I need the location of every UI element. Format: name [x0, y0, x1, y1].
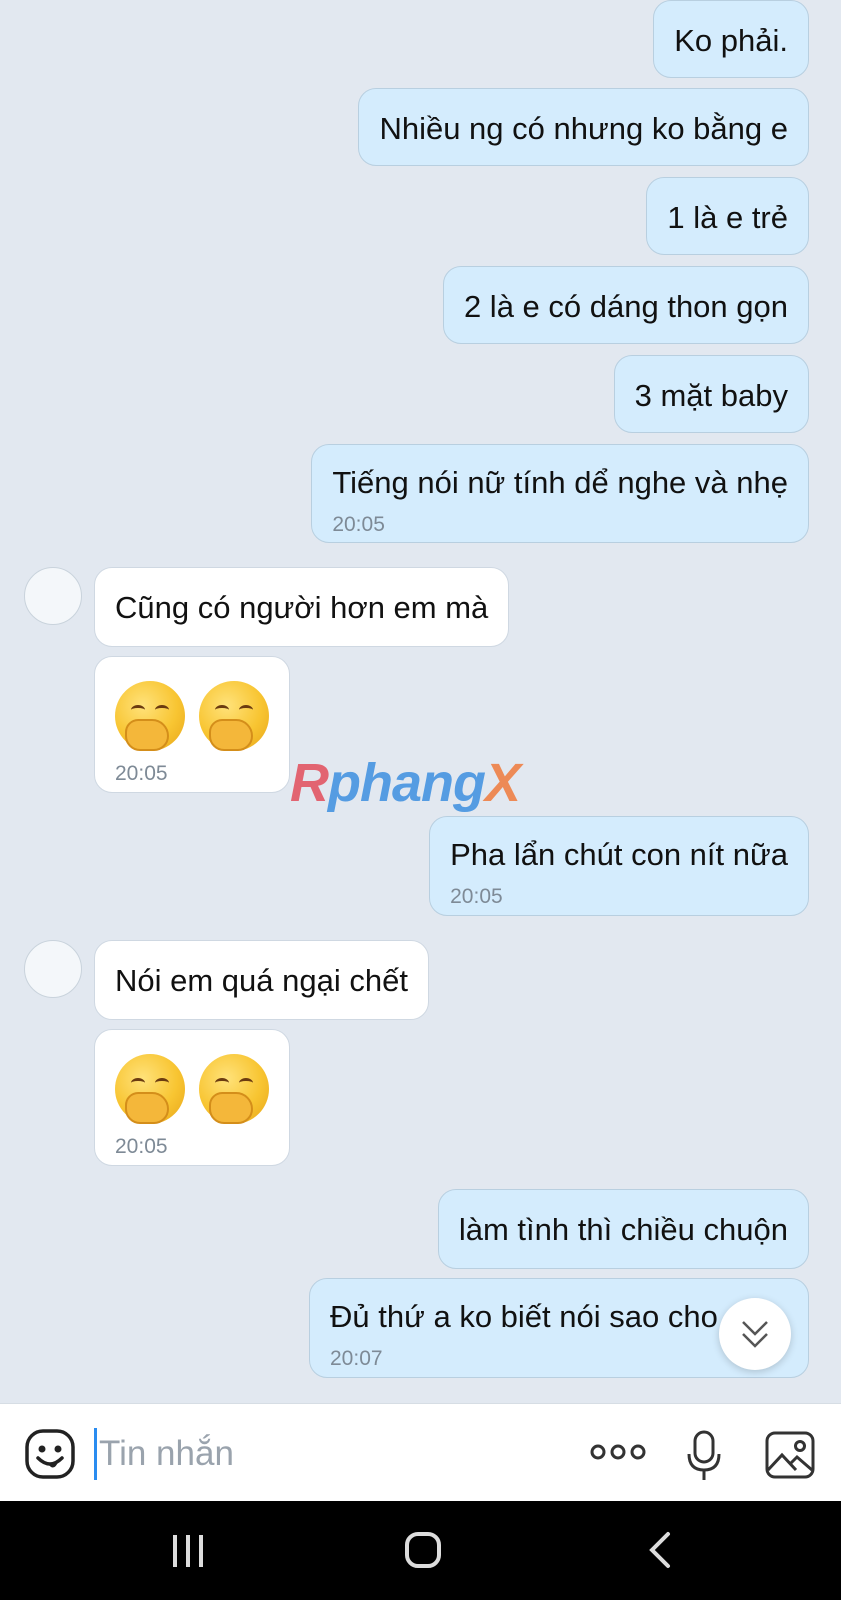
chat-area[interactable]: Ko phải. Nhiều ng có nhưng ko bằng e 1 l…	[0, 0, 841, 1403]
system-navigation-bar	[0, 1501, 841, 1600]
watermark-logo: RphangX	[290, 753, 521, 813]
message-text: 1 là e trẻ	[667, 200, 788, 235]
hand-over-mouth-emoji-icon	[199, 681, 269, 751]
message-outgoing[interactable]: Nhiều ng có nhưng ko bằng e	[358, 88, 809, 166]
avatar[interactable]	[24, 567, 82, 625]
back-chevron-icon	[649, 1532, 670, 1568]
message-text: 2 là e có dáng thon gọn	[463, 289, 788, 324]
avatar[interactable]	[24, 940, 82, 998]
message-text: làm tình thì chiều chuộn	[458, 1212, 788, 1247]
message-text: 3 mặt baby	[634, 378, 788, 413]
recent-apps-button[interactable]	[170, 1533, 206, 1574]
voice-record-button[interactable]	[686, 1430, 722, 1487]
message-incoming-emoji[interactable]: 20:05	[94, 1029, 290, 1166]
emoji-row	[115, 1054, 269, 1124]
hand-over-mouth-emoji-icon	[115, 1054, 185, 1124]
message-composer	[0, 1403, 841, 1502]
message-time: 20:05	[450, 885, 503, 908]
more-dots-icon	[590, 1444, 646, 1460]
double-chevron-down-icon	[742, 1321, 768, 1348]
scroll-to-bottom-button[interactable]	[719, 1298, 791, 1370]
message-text: Cũng có người hơn em mà	[115, 590, 489, 625]
image-icon	[765, 1431, 815, 1479]
message-outgoing[interactable]: 3 mặt baby	[613, 355, 809, 433]
message-outgoing[interactable]: Pha lẩn chút con nít nữa 20:05	[429, 816, 809, 916]
message-text: Pha lẩn chút con nít nữa	[450, 837, 788, 872]
home-button[interactable]	[404, 1531, 442, 1574]
gallery-button[interactable]	[764, 1430, 816, 1485]
message-outgoing[interactable]: 1 là e trẻ	[646, 177, 809, 255]
hand-over-mouth-emoji-icon	[199, 1054, 269, 1124]
microphone-icon	[687, 1430, 721, 1480]
more-options-button[interactable]	[590, 1440, 646, 1469]
message-outgoing[interactable]: 2 là e có dáng thon gọn	[442, 266, 809, 344]
message-text: Nhiều ng có nhưng ko bằng e	[379, 111, 788, 146]
message-outgoing[interactable]: làm tình thì chiều chuộn	[437, 1189, 809, 1269]
home-icon	[405, 1532, 441, 1568]
message-text: Nói em quá ngại chết	[115, 963, 408, 998]
message-time: 20:05	[115, 1135, 168, 1158]
message-time: 20:05	[332, 513, 385, 536]
hand-over-mouth-emoji-icon	[115, 681, 185, 751]
message-incoming-emoji[interactable]: 20:05	[94, 656, 290, 793]
back-button[interactable]	[648, 1531, 672, 1574]
sticker-smile-icon	[25, 1429, 75, 1479]
message-incoming[interactable]: Nói em quá ngại chết	[94, 940, 429, 1020]
emoji-button[interactable]	[24, 1428, 76, 1485]
recent-apps-icon	[173, 1535, 203, 1567]
message-time: 20:07	[330, 1347, 383, 1370]
message-time: 20:05	[115, 762, 168, 785]
message-outgoing[interactable]: Ko phải.	[653, 0, 809, 78]
emoji-row	[115, 681, 269, 751]
message-input[interactable]	[94, 1428, 571, 1480]
message-text: Tiếng nói nữ tính dể nghe và nhẹ	[332, 465, 788, 500]
message-text: Ko phải.	[674, 23, 788, 58]
message-outgoing[interactable]: Tiếng nói nữ tính dể nghe và nhẹ 20:05	[311, 444, 809, 543]
message-incoming[interactable]: Cũng có người hơn em mà	[94, 567, 510, 647]
